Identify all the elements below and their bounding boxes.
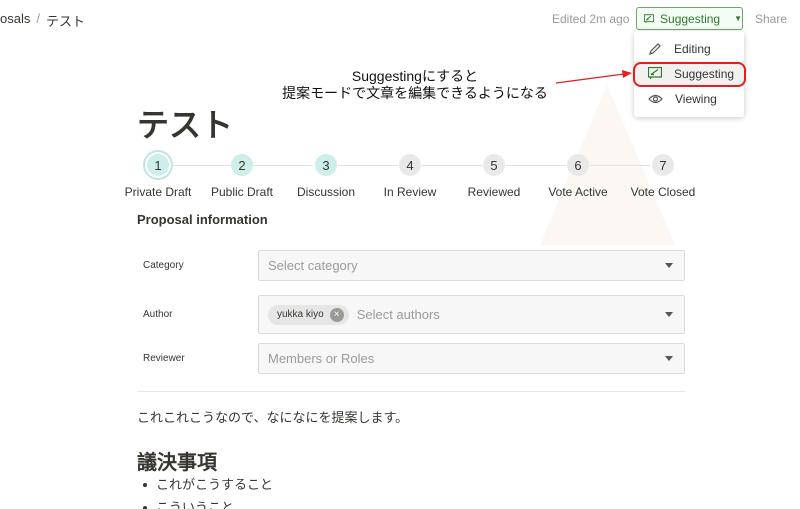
step-in-review[interactable]: 4 In Review [365, 152, 455, 199]
divider [137, 391, 685, 392]
reviewer-select[interactable]: Members or Roles [258, 343, 685, 374]
step-label: In Review [383, 185, 437, 199]
body-paragraph[interactable]: これこれこうなので、なになにを提案します。 [137, 407, 408, 426]
chevron-down-icon [665, 311, 673, 317]
step-number: 3 [315, 154, 337, 176]
list-item[interactable]: こういうこと [143, 496, 273, 509]
bullet-list: これがこうすること こういうこと [143, 473, 273, 509]
step-discussion[interactable]: 3 Discussion [281, 152, 371, 199]
step-label: Reviewed [467, 185, 521, 199]
step-label: Vote Closed [630, 185, 696, 199]
author-chip-label: yukka kiyo [277, 309, 324, 320]
chevron-down-icon [665, 355, 673, 361]
step-number: 2 [231, 154, 253, 176]
status-stepper: 1 Private Draft 2 Public Draft 3 Discuss… [120, 152, 710, 202]
list-item[interactable]: これがこうすること [143, 473, 273, 496]
step-reviewed[interactable]: 5 Reviewed [449, 152, 539, 199]
remove-chip-icon[interactable]: × [329, 307, 344, 322]
step-number: 6 [567, 154, 589, 176]
step-number: 1 [147, 154, 169, 176]
category-select[interactable]: Select category [258, 250, 685, 281]
step-vote-active[interactable]: 6 Vote Active [533, 152, 623, 199]
step-public-draft[interactable]: 2 Public Draft [197, 152, 287, 199]
chevron-down-icon [665, 262, 673, 268]
category-label: Category [143, 260, 184, 271]
step-vote-closed[interactable]: 7 Vote Closed [618, 152, 708, 199]
step-number: 4 [399, 154, 421, 176]
category-placeholder: Select category [268, 258, 358, 273]
step-label: Private Draft [124, 185, 192, 199]
proposal-info-heading: Proposal information [137, 212, 268, 227]
step-number: 5 [483, 154, 505, 176]
step-private-draft[interactable]: 1 Private Draft [113, 152, 203, 199]
step-label: Discussion [296, 185, 356, 199]
author-placeholder: Select authors [356, 307, 440, 322]
page-title[interactable]: テスト [137, 100, 233, 146]
reviewer-placeholder: Members or Roles [268, 351, 375, 366]
step-label: Public Draft [210, 185, 274, 199]
section-heading[interactable]: 議決事項 [137, 446, 217, 475]
author-label: Author [143, 309, 173, 320]
step-label: Vote Active [548, 185, 608, 199]
author-chip: yukka kiyo × [268, 304, 349, 325]
step-number: 7 [652, 154, 674, 176]
author-select[interactable]: yukka kiyo × Select authors [258, 295, 685, 334]
reviewer-label: Reviewer [143, 353, 185, 364]
